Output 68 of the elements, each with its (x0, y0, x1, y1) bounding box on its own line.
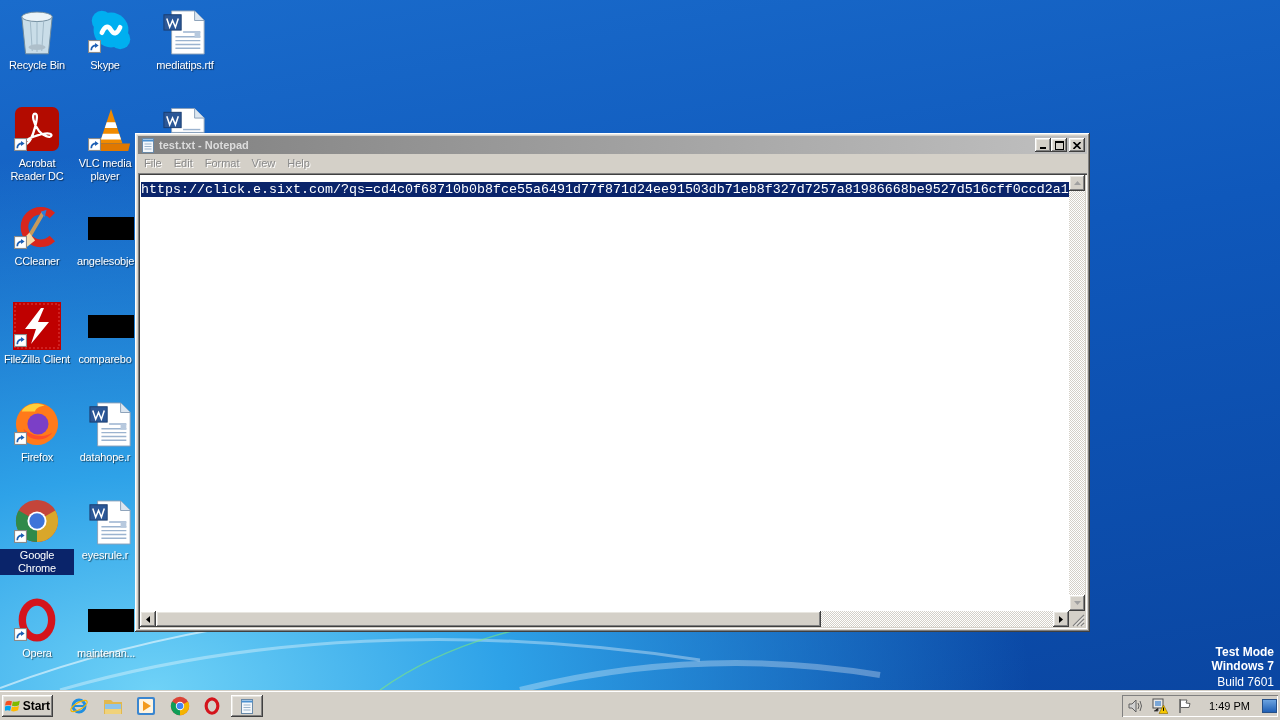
menu-item[interactable]: View (245, 157, 282, 170)
scroll-up-button[interactable] (1069, 175, 1085, 191)
menu-item[interactable]: Help (281, 157, 316, 170)
desktop-icon-label[interactable]: VLC media player (76, 157, 134, 183)
close-icon (1073, 141, 1081, 149)
os-build-notice: Test Mode (1215, 645, 1274, 659)
desktop-icon-label[interactable]: CCleaner (13, 255, 61, 268)
word-document-icon[interactable] (88, 400, 134, 448)
pdf-reader-icon[interactable] (14, 106, 60, 152)
start-button[interactable]: Start (2, 695, 53, 717)
window-title: test.txt - Notepad (159, 138, 249, 152)
desktop-icon-label[interactable]: Recycle Bin (8, 59, 66, 72)
chrome-logo-icon[interactable] (14, 498, 60, 544)
menu-item[interactable]: File (138, 157, 168, 170)
show-desktop-button[interactable] (1262, 699, 1277, 713)
blank-thumbnail[interactable] (88, 315, 134, 338)
firefox-logo-icon[interactable] (14, 400, 60, 446)
desktop-icon-label[interactable]: angelesobje (76, 255, 136, 268)
blank-thumbnail[interactable] (88, 609, 134, 632)
menu-item[interactable]: Edit (167, 157, 199, 170)
flag-icon[interactable] (1177, 698, 1193, 714)
desktop-icon-label[interactable]: FileZilla Client (3, 353, 71, 366)
recycle-bin-icon[interactable] (18, 8, 56, 56)
desktop-icon-label[interactable]: comparebo (77, 353, 133, 366)
up-arrow-icon (1073, 181, 1081, 185)
scrollbar-thumb[interactable] (156, 611, 821, 627)
os-build-notice: Windows 7 (1211, 659, 1274, 673)
close-button[interactable] (1069, 138, 1085, 152)
windows-flag-icon (5, 698, 21, 714)
desktop-icon-label[interactable]: Skype (89, 59, 121, 72)
left-arrow-icon (146, 615, 150, 623)
desktop-icon-label[interactable]: Firefox (19, 451, 55, 464)
desktop-icon-label[interactable]: datahope.r (78, 451, 132, 464)
blank-thumbnail[interactable] (88, 217, 134, 240)
title-bar[interactable]: test.txt - Notepad (138, 136, 1087, 154)
clock-time[interactable]: 1:49 PM (1209, 699, 1250, 713)
minimize-icon (1040, 147, 1046, 149)
media-player-icon[interactable] (136, 696, 156, 716)
desktop-icon-label[interactable]: Opera (21, 647, 53, 660)
word-document-icon[interactable] (162, 8, 208, 56)
os-build-notice: Build 7601 (1217, 675, 1274, 689)
size-grip-icon[interactable] (1069, 611, 1085, 627)
speaker-icon[interactable] (1128, 698, 1144, 714)
desktop-icon-label[interactable]: mediatips.rtf (155, 59, 215, 72)
network-warning-icon[interactable] (1152, 698, 1168, 714)
opera-logo-icon[interactable] (203, 696, 221, 716)
word-document-icon[interactable] (162, 106, 208, 133)
text-editor-field[interactable]: https://click.e.sixt.com/?qs=cd4c0f68710b0b8fce55a6491d77f871d24ee91503db71eb8f327d7257a81986668be9527d516cff0ccd2a1 (140, 175, 1069, 611)
desktop-icon-label[interactable]: eyesrule.r (80, 549, 130, 562)
notepad-app-icon (239, 698, 255, 714)
minimize-button[interactable] (1035, 138, 1051, 152)
notepad-app-icon (140, 137, 156, 153)
desktop-icon-label[interactable]: Acrobat Reader DC (0, 157, 74, 183)
lightning-bolt-icon[interactable] (13, 302, 61, 350)
menu-item[interactable]: Format (198, 157, 246, 170)
document-text: https://click.e.sixt.com/?qs=cd4c0f68710b0b8fce55a6491d77f871d24ee91503db71eb8f327d7257a81986668be9527d516cff0ccd2a1 (141, 182, 1069, 197)
right-arrow-icon (1059, 615, 1063, 623)
word-document-icon[interactable] (88, 498, 134, 546)
wave-badge-icon[interactable] (89, 8, 133, 52)
scroll-right-button[interactable] (1053, 611, 1069, 627)
taskbar-window-button[interactable] (231, 695, 263, 717)
maximize-icon (1054, 140, 1064, 150)
chrome-logo-icon[interactable] (169, 696, 190, 716)
desktop-icon-label[interactable]: Google Chrome (0, 549, 74, 575)
maximize-button[interactable] (1051, 138, 1067, 152)
scroll-left-button[interactable] (140, 611, 156, 627)
down-arrow-icon (1073, 601, 1081, 605)
scroll-down-button[interactable] (1069, 595, 1085, 611)
